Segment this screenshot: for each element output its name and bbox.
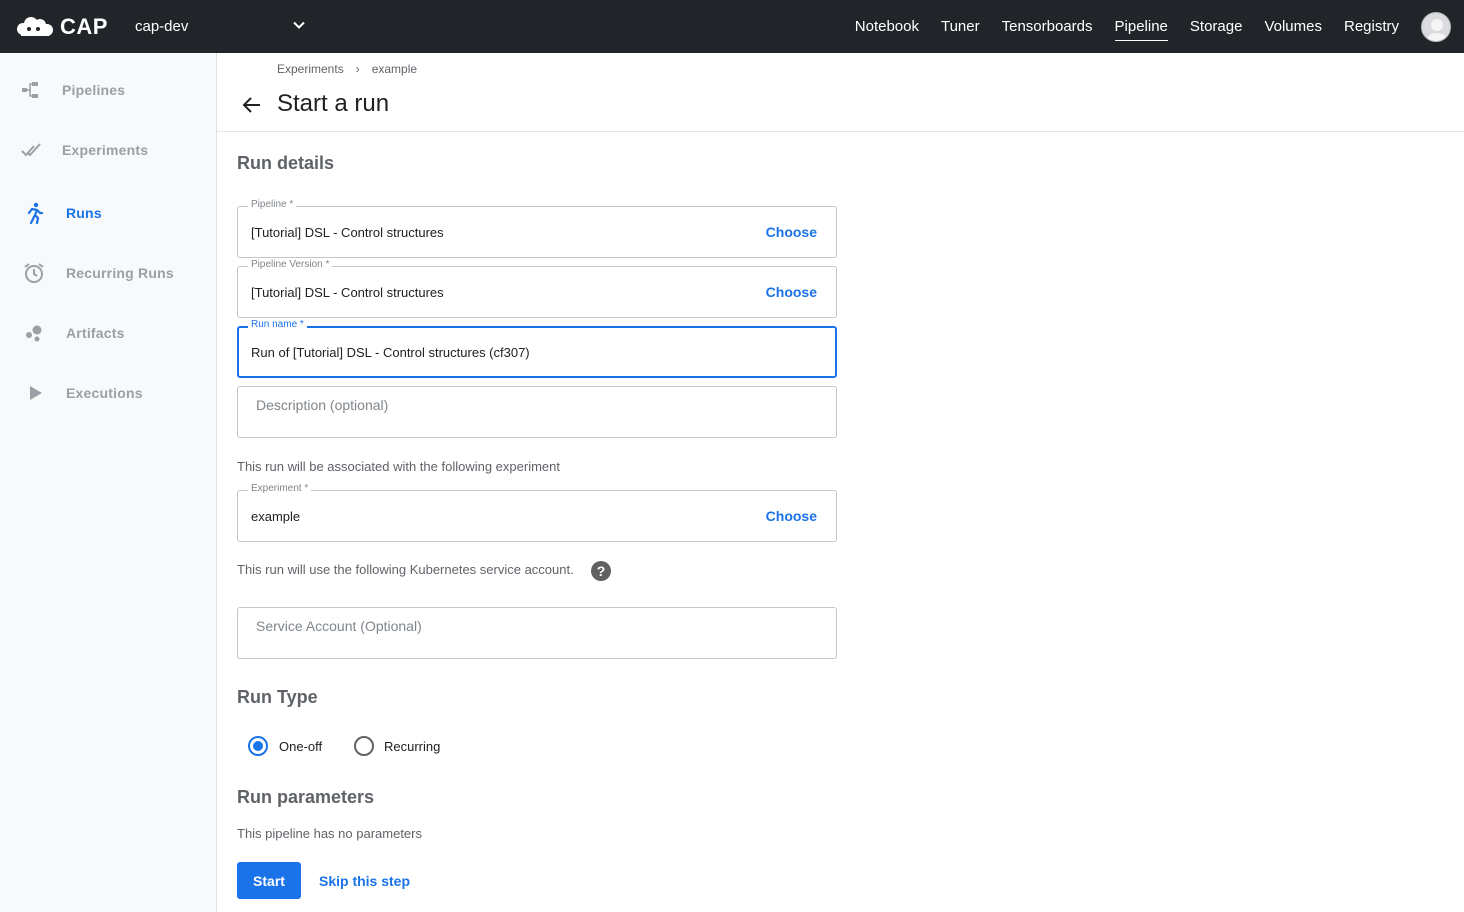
logo-text: CAP xyxy=(60,13,108,39)
experiments-icon xyxy=(21,143,41,157)
sidebar-item-artifacts[interactable]: Artifacts xyxy=(0,308,216,358)
choose-experiment-button[interactable]: Choose xyxy=(766,508,817,524)
breadcrumb-experiments[interactable]: Experiments xyxy=(277,62,344,76)
play-icon xyxy=(30,386,42,400)
user-icon xyxy=(1426,18,1448,41)
service-account-placeholder: Service Account (Optional) xyxy=(256,618,422,634)
pipeline-version-label: Pipeline Version * xyxy=(248,259,333,270)
breadcrumb-separator: › xyxy=(355,62,360,76)
cloud-logo-icon xyxy=(17,16,53,36)
skip-step-button[interactable]: Skip this step xyxy=(319,873,410,889)
pipeline-label: Pipeline * xyxy=(248,199,297,210)
start-button[interactable]: Start xyxy=(237,862,301,899)
choose-pipeline-version-button[interactable]: Choose xyxy=(766,284,817,300)
choose-pipeline-button[interactable]: Choose xyxy=(766,224,817,240)
sidebar-item-recurring-runs[interactable]: Recurring Runs xyxy=(0,248,216,298)
run-type-title: Run Type xyxy=(237,687,318,707)
nav-storage[interactable]: Storage xyxy=(1190,12,1243,41)
sidebar: Pipelines Experiments Runs Recurring Run… xyxy=(0,53,217,912)
service-account-note: This run will use the following Kubernet… xyxy=(237,562,574,577)
description-input[interactable]: Description (optional) xyxy=(237,386,837,438)
sidebar-item-label: Runs xyxy=(66,205,102,221)
service-account-input[interactable]: Service Account (Optional) xyxy=(237,607,837,659)
breadcrumb-current[interactable]: example xyxy=(372,62,417,76)
help-icon[interactable]: ? xyxy=(591,561,611,581)
breadcrumb: Experiments › example xyxy=(277,62,417,76)
experiment-field[interactable]: Experiment * example Choose xyxy=(237,483,837,542)
run-details-title: Run details xyxy=(237,153,335,173)
sidebar-item-label: Recurring Runs xyxy=(66,265,174,281)
recurring-label[interactable]: Recurring xyxy=(384,739,440,754)
artifacts-icon xyxy=(26,325,42,342)
one-off-label[interactable]: One-off xyxy=(279,739,322,754)
run-name-input[interactable]: Run name * Run of [Tutorial] DSL - Contr… xyxy=(237,319,837,378)
pipelines-icon xyxy=(22,82,38,98)
run-parameters-title: Run parameters xyxy=(237,787,375,807)
nav-tuner[interactable]: Tuner xyxy=(941,12,980,41)
back-arrow-icon[interactable] xyxy=(240,93,264,117)
sidebar-item-label: Artifacts xyxy=(66,325,125,341)
top-nav: Notebook Tuner Tensorboards Pipeline Sto… xyxy=(855,0,1464,53)
no-parameters-note: This pipeline has no parameters xyxy=(237,826,422,841)
nav-tensorboards[interactable]: Tensorboards xyxy=(1002,12,1093,41)
namespace-select[interactable]: cap-dev xyxy=(135,0,307,53)
top-bar: CAP cap-dev Notebook Tuner Tensorboards … xyxy=(0,0,1464,53)
pipeline-field[interactable]: Pipeline * [Tutorial] DSL - Control stru… xyxy=(237,199,837,258)
sidebar-item-experiments[interactable]: Experiments xyxy=(0,125,216,175)
alarm-clock-icon xyxy=(24,263,44,283)
namespace-value: cap-dev xyxy=(135,18,189,35)
header-divider xyxy=(217,131,1464,132)
nav-pipeline[interactable]: Pipeline xyxy=(1114,12,1169,41)
sidebar-item-label: Experiments xyxy=(62,142,149,158)
sidebar-item-label: Executions xyxy=(66,385,143,401)
sidebar-item-pipelines[interactable]: Pipelines xyxy=(0,65,216,115)
nav-notebook[interactable]: Notebook xyxy=(855,12,919,41)
nav-registry[interactable]: Registry xyxy=(1344,12,1399,41)
recurring-radio[interactable] xyxy=(354,736,374,756)
pipeline-value: [Tutorial] DSL - Control structures xyxy=(251,225,444,240)
experiment-note: This run will be associated with the fol… xyxy=(237,459,560,474)
experiment-value: example xyxy=(251,509,301,524)
one-off-radio[interactable] xyxy=(248,736,268,756)
run-name-label: Run name * xyxy=(248,319,307,330)
chevron-down-icon xyxy=(293,21,305,29)
nav-volumes[interactable]: Volumes xyxy=(1264,12,1322,41)
sidebar-item-executions[interactable]: Executions xyxy=(0,368,216,418)
pipeline-version-field[interactable]: Pipeline Version * [Tutorial] DSL - Cont… xyxy=(237,259,837,318)
avatar[interactable] xyxy=(1421,11,1451,42)
description-placeholder: Description (optional) xyxy=(256,397,389,413)
sidebar-item-runs[interactable]: Runs xyxy=(0,188,216,238)
run-name-value: Run of [Tutorial] DSL - Control structur… xyxy=(251,345,530,360)
pipeline-version-value: [Tutorial] DSL - Control structures xyxy=(251,285,444,300)
runs-icon xyxy=(27,202,44,224)
sidebar-item-label: Pipelines xyxy=(62,82,126,98)
logo[interactable]: CAP xyxy=(15,0,108,53)
page-title: Start a run xyxy=(277,90,390,117)
experiment-label: Experiment * xyxy=(248,483,312,494)
